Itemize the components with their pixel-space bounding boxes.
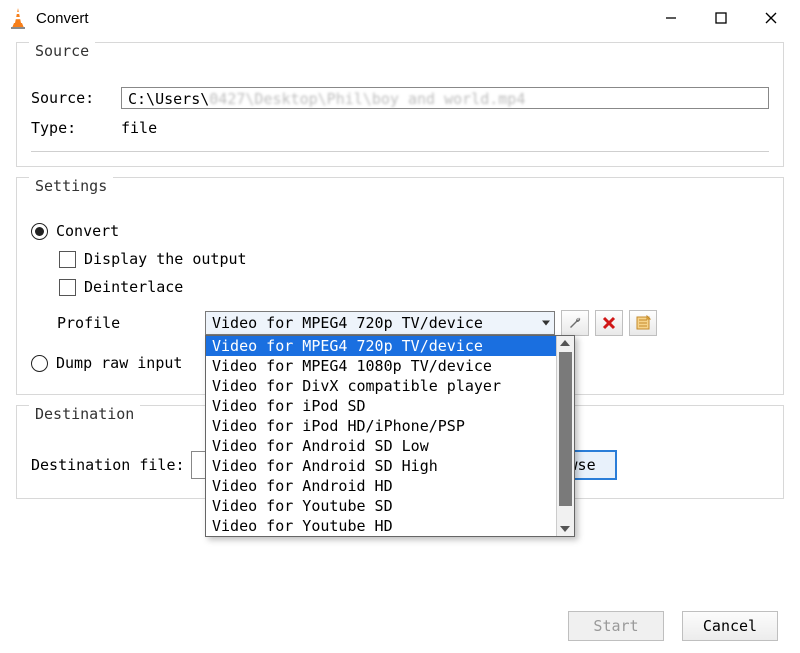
dump-raw-label: Dump raw input xyxy=(56,354,182,372)
profile-selected-value: Video for MPEG4 720p TV/device xyxy=(212,314,483,332)
profile-combo[interactable]: Video for MPEG4 720p TV/device Video for… xyxy=(205,311,555,335)
source-path-blurred: 0427\Desktop\Phil\boy and world.mp4 xyxy=(209,90,525,108)
delete-icon xyxy=(602,316,616,330)
minimize-button[interactable] xyxy=(646,2,696,34)
window-controls xyxy=(646,2,796,34)
profile-option-list: Video for MPEG4 720p TV/deviceVideo for … xyxy=(206,336,556,536)
source-legend: Source xyxy=(29,42,95,60)
new-profile-icon xyxy=(635,315,651,331)
type-label: Type: xyxy=(31,119,121,137)
settings-legend: Settings xyxy=(29,177,113,195)
dropdown-scrollbar[interactable] xyxy=(556,336,574,536)
display-output-label: Display the output xyxy=(84,250,247,268)
settings-group: Settings Convert Display the output Dein… xyxy=(16,177,784,395)
profile-option[interactable]: Video for Android HD xyxy=(206,476,556,496)
dialog-buttons: Start Cancel xyxy=(568,611,778,641)
start-button[interactable]: Start xyxy=(568,611,664,641)
convert-radio-label: Convert xyxy=(56,222,119,240)
profile-option[interactable]: Video for DivX compatible player xyxy=(206,376,556,396)
convert-radio[interactable] xyxy=(31,223,48,240)
cancel-button[interactable]: Cancel xyxy=(682,611,778,641)
dump-raw-radio[interactable] xyxy=(31,355,48,372)
scroll-up-icon[interactable] xyxy=(560,340,570,346)
profile-option[interactable]: Video for Youtube HD xyxy=(206,516,556,536)
display-output-checkbox[interactable] xyxy=(59,251,76,268)
profile-option[interactable]: Video for iPod HD/iPhone/PSP xyxy=(206,416,556,436)
profile-dropdown: Video for MPEG4 720p TV/deviceVideo for … xyxy=(205,335,575,537)
window-title: Convert xyxy=(36,10,89,27)
source-path-field[interactable]: C:\Users\0427\Desktop\Phil\boy and world… xyxy=(121,87,769,109)
source-divider xyxy=(31,151,769,152)
source-group: Source Source: C:\Users\0427\Desktop\Phi… xyxy=(16,42,784,167)
edit-profile-button[interactable] xyxy=(561,310,589,336)
scroll-thumb[interactable] xyxy=(559,352,572,506)
destination-file-label: Destination file: xyxy=(31,456,185,474)
wrench-icon xyxy=(567,315,583,331)
type-value: file xyxy=(121,119,157,137)
destination-legend: Destination xyxy=(29,405,140,423)
chevron-down-icon xyxy=(542,321,550,326)
vlc-cone-icon xyxy=(8,7,28,29)
profile-label: Profile xyxy=(57,314,205,332)
profile-option[interactable]: Video for iPod SD xyxy=(206,396,556,416)
source-path-prefix: C:\Users\ xyxy=(128,90,209,108)
profile-option[interactable]: Video for Youtube SD xyxy=(206,496,556,516)
profile-option[interactable]: Video for MPEG4 720p TV/device xyxy=(206,336,556,356)
close-button[interactable] xyxy=(746,2,796,34)
delete-profile-button[interactable] xyxy=(595,310,623,336)
profile-option[interactable]: Video for Android SD High xyxy=(206,456,556,476)
profile-option[interactable]: Video for MPEG4 1080p TV/device xyxy=(206,356,556,376)
profile-option[interactable]: Video for Android SD Low xyxy=(206,436,556,456)
title-bar: Convert xyxy=(0,0,800,36)
scroll-down-icon[interactable] xyxy=(560,526,570,532)
deinterlace-label: Deinterlace xyxy=(84,278,183,296)
deinterlace-checkbox[interactable] xyxy=(59,279,76,296)
new-profile-button[interactable] xyxy=(629,310,657,336)
source-label: Source: xyxy=(31,89,121,107)
maximize-button[interactable] xyxy=(696,2,746,34)
